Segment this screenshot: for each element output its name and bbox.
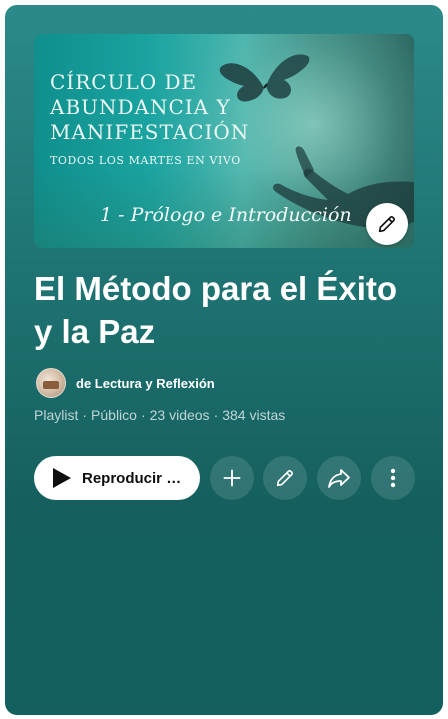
edit-playlist-button[interactable]	[263, 456, 307, 500]
thumbnail-subtitle: TODOS LOS MARTES EN VIVO	[50, 154, 241, 167]
playlist-type: Playlist	[34, 407, 79, 423]
play-all-label: Reproducir todo	[82, 469, 186, 487]
playlist-header-card: CÍRCULO DE ABUNDANCIA Y MANIFESTACIÓN TO…	[5, 5, 443, 715]
thumbnail-title-line-3: MANIFESTACIÓN	[50, 120, 250, 144]
owner-avatar[interactable]	[36, 368, 66, 398]
share-button[interactable]	[317, 456, 361, 500]
playlist-visibility: Público	[91, 407, 137, 423]
play-all-button[interactable]: Reproducir todo	[34, 456, 200, 500]
playlist-metadata: Playlist · Público · 23 videos · 384 vistas	[34, 407, 285, 423]
playlist-title: El Método para el Éxito y la Paz	[34, 270, 398, 350]
separator-dot: ·	[140, 407, 146, 423]
separator-dot: ·	[213, 407, 219, 423]
more-options-button[interactable]	[371, 456, 415, 500]
play-icon	[53, 468, 71, 488]
playlist-thumbnail[interactable]: CÍRCULO DE ABUNDANCIA Y MANIFESTACIÓN TO…	[34, 34, 414, 248]
thumbnail-title-line-1: CÍRCULO DE	[50, 70, 198, 94]
plus-icon	[223, 469, 241, 487]
playlist-owner[interactable]: de Lectura y Reflexión	[36, 368, 215, 398]
pencil-icon	[276, 470, 293, 487]
separator-dot: ·	[82, 407, 88, 423]
playlist-views: 384 vistas	[222, 407, 286, 423]
edit-thumbnail-button[interactable]	[366, 203, 408, 245]
more-vert-icon	[390, 468, 396, 488]
avatar-book-graphic	[43, 381, 59, 389]
pencil-icon	[378, 216, 395, 233]
share-icon	[328, 469, 350, 488]
thumbnail-episode-label: 1 - Prólogo e Introducción	[100, 204, 352, 226]
add-to-playlist-button[interactable]	[210, 456, 254, 500]
thumbnail-title-line-2: ABUNDANCIA Y	[50, 95, 231, 119]
owner-name[interactable]: de Lectura y Reflexión	[76, 376, 215, 391]
playlist-video-count: 23 videos	[149, 407, 210, 423]
